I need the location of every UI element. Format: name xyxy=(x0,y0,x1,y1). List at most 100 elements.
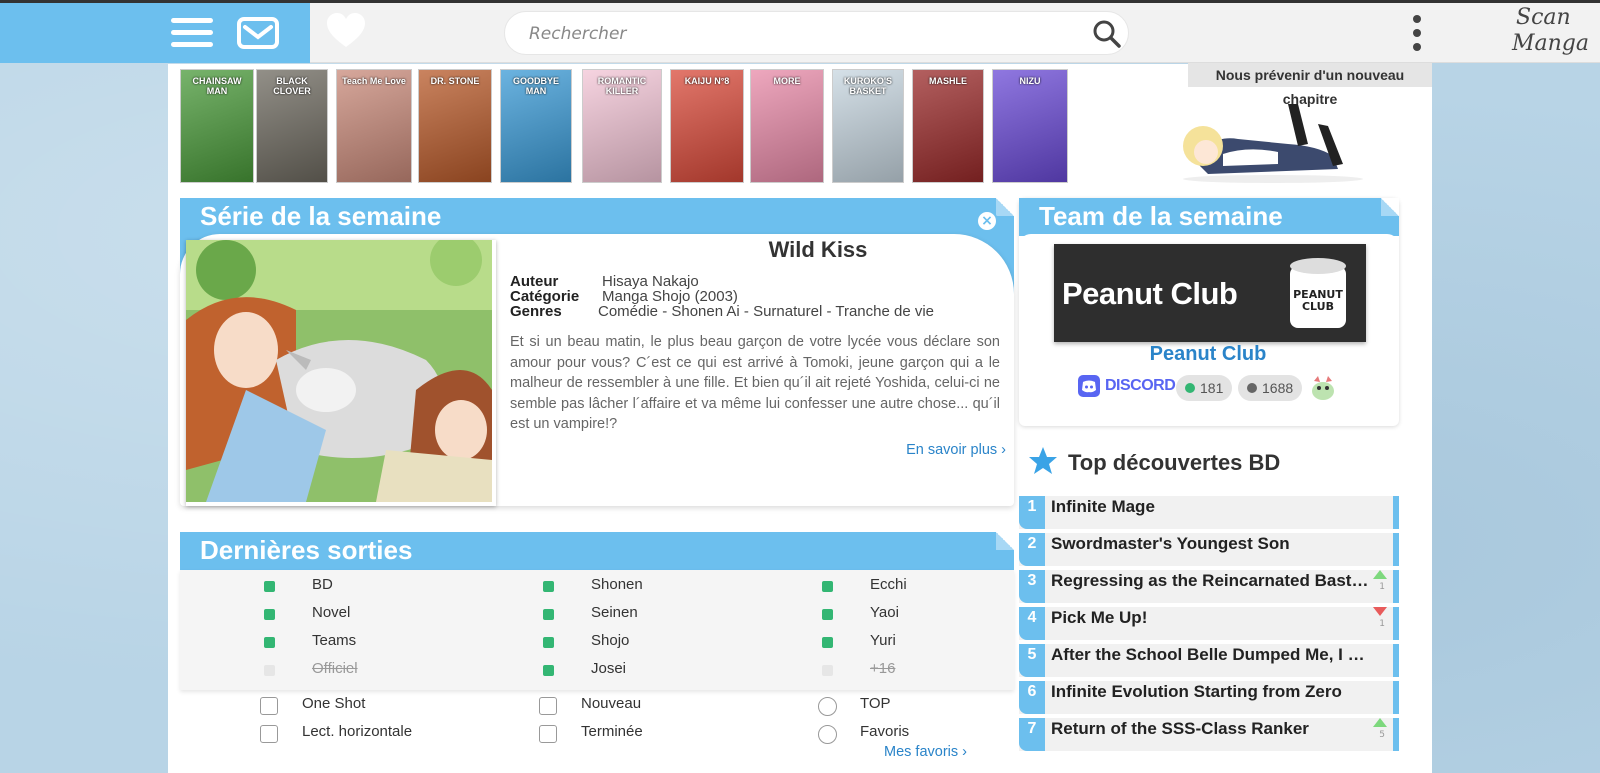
filter-toggle[interactable] xyxy=(543,665,554,676)
checkbox-box[interactable] xyxy=(539,697,557,715)
top-list-item[interactable]: 4 Pick Me Up! 1 xyxy=(1019,607,1399,640)
terminee-label: Terminée xyxy=(581,723,643,740)
team-name-link[interactable]: Peanut Club xyxy=(1108,343,1308,366)
trend-delta: 1 xyxy=(1379,619,1385,629)
serie-title[interactable]: Wild Kiss xyxy=(698,237,938,263)
heart-icon[interactable] xyxy=(326,13,366,49)
discord-icon xyxy=(1078,375,1100,397)
filter-toggle[interactable] xyxy=(543,637,554,648)
top-item-title[interactable]: Pick Me Up! xyxy=(1051,607,1376,629)
peanut-jar-icon: PEANUT CLUB xyxy=(1290,258,1346,328)
serie-cover-image[interactable] xyxy=(186,240,496,506)
top-item-title[interactable]: Return of the SSS-Class Ranker xyxy=(1051,718,1376,740)
top-list-item[interactable]: 5 After the School Belle Dumped Me, I Bec… xyxy=(1019,644,1399,677)
manga-cover[interactable]: BLACK CLOVER xyxy=(256,69,328,183)
more-options-icon[interactable] xyxy=(1409,13,1425,53)
filter-label: +16 xyxy=(870,660,896,677)
top-item-title[interactable]: Regressing as the Reincarnated Bastard o… xyxy=(1051,570,1376,592)
manga-cover-title: KAIJU N°8 xyxy=(684,76,730,86)
top-label: TOP xyxy=(860,695,891,712)
radio-circle[interactable] xyxy=(818,697,837,716)
top-list-item[interactable]: 7 Return of the SSS-Class Ranker 5 xyxy=(1019,718,1399,751)
manga-cover[interactable]: NIZU xyxy=(992,69,1068,183)
genres-value: Comédie - Shonen Ai - Surnaturel - Tranc… xyxy=(598,303,935,320)
checkbox-box[interactable] xyxy=(260,697,278,715)
members-count-badge: 1688 xyxy=(1238,375,1302,401)
manga-cover[interactable]: KAIJU N°8 xyxy=(670,69,744,183)
top-discoveries-title: Top découvertes BD xyxy=(1068,450,1281,475)
search-input[interactable] xyxy=(529,20,1069,48)
top-item-title[interactable]: After the School Belle Dumped Me, I Beca… xyxy=(1051,644,1376,666)
manga-cover[interactable]: CHAINSAW MAN xyxy=(180,69,254,183)
filter-toggle[interactable] xyxy=(264,609,275,620)
trend-delta: 1 xyxy=(1379,582,1385,592)
filter-toggle[interactable] xyxy=(822,637,833,648)
rank-badge: 7 xyxy=(1019,718,1045,751)
top-item-title[interactable]: Infinite Mage xyxy=(1051,496,1376,518)
favoris-label: Favoris xyxy=(860,723,910,740)
rank-badge: 4 xyxy=(1019,607,1045,640)
manga-cover[interactable]: ROMANTIC KILLER xyxy=(582,69,662,183)
categorie-label: Catégorie xyxy=(510,288,580,305)
filter-label: BD xyxy=(312,576,333,593)
corner-fold xyxy=(1381,198,1399,216)
radio-circle[interactable] xyxy=(818,725,837,744)
filter-toggle[interactable] xyxy=(264,665,275,676)
lect-horizontale-label: Lect. horizontale xyxy=(302,723,413,740)
svg-text:CLUB: CLUB xyxy=(1302,300,1334,313)
serie-heading: Série de la semaine xyxy=(200,201,442,231)
filter-toggle[interactable] xyxy=(543,581,554,592)
discord-label: DISCORD xyxy=(1105,377,1176,394)
top-item-title[interactable]: Swordmaster's Youngest Son xyxy=(1051,533,1376,555)
filter-toggle[interactable] xyxy=(264,637,275,648)
logo-line-2: Manga xyxy=(1512,31,1590,56)
search-icon[interactable] xyxy=(1092,19,1122,49)
filter-label: Josei xyxy=(591,660,627,677)
en-savoir-plus-link[interactable]: En savoir plus › xyxy=(896,442,1006,458)
manga-cover[interactable]: KUROKO'S BASKET xyxy=(832,69,904,183)
top-bar: Scan Manga xyxy=(0,3,1600,63)
nav-blue-block xyxy=(0,3,310,63)
close-icon[interactable]: × xyxy=(976,210,998,232)
top-list-item[interactable]: 2 Swordmaster's Youngest Son xyxy=(1019,533,1399,566)
menu-icon[interactable] xyxy=(171,16,213,50)
trend-up-icon xyxy=(1373,718,1387,727)
filter-label: Shonen xyxy=(591,576,643,593)
checkbox-box[interactable] xyxy=(260,725,278,743)
top-list-item[interactable]: 3 Regressing as the Reincarnated Bastard … xyxy=(1019,570,1399,603)
rank-badge: 6 xyxy=(1019,681,1045,714)
filter-toggle[interactable] xyxy=(822,665,833,676)
manga-cover-title: GOODBYE MAN xyxy=(512,76,559,96)
top-item-title[interactable]: Infinite Evolution Starting from Zero xyxy=(1051,681,1376,703)
manga-cover[interactable]: MORE xyxy=(750,69,824,183)
manga-cover[interactable]: Teach Me Love xyxy=(336,69,412,183)
top-list-item[interactable]: 6 Infinite Evolution Starting from Zero xyxy=(1019,681,1399,714)
checkbox-box[interactable] xyxy=(539,725,557,743)
filter-toggle[interactable] xyxy=(822,609,833,620)
trend-down-icon xyxy=(1373,607,1387,616)
serie-panel-header: Série de la semaine xyxy=(180,198,1014,236)
filter-toggle[interactable] xyxy=(543,609,554,620)
search-box xyxy=(504,11,1129,55)
logo-line-1: Scan xyxy=(1516,5,1571,30)
team-banner-image[interactable]: Peanut Club PEANUT CLUB xyxy=(1054,244,1366,342)
mail-icon[interactable] xyxy=(237,15,279,51)
mes-favoris-link[interactable]: Mes favoris › xyxy=(884,744,967,760)
manga-cover-title: MORE xyxy=(773,76,801,86)
serie-synopsis: Et si un beau matin, le plus beau garçon… xyxy=(510,334,1000,432)
manga-cover-title: DR. STONE xyxy=(430,76,480,86)
site-logo[interactable]: Scan Manga xyxy=(1512,5,1600,63)
main-content: CHAINSAW MAN BLACK CLOVER Teach Me Love DR.… xyxy=(168,63,1432,773)
manga-cover[interactable]: DR. STONE xyxy=(418,69,492,183)
filter-toggle[interactable] xyxy=(264,581,275,592)
online-dot xyxy=(1185,383,1195,393)
manga-cover-title: BLACK CLOVER xyxy=(273,76,311,96)
manga-cover-title: Teach Me Love xyxy=(342,76,406,86)
manga-cover[interactable]: GOODBYE MAN xyxy=(500,69,572,183)
manga-cover[interactable]: MASHLE xyxy=(912,69,984,183)
auteur-value[interactable]: Hisaya Nakajo xyxy=(602,274,699,289)
team-heading: Team de la semaine xyxy=(1039,201,1283,231)
filter-toggle[interactable] xyxy=(822,581,833,592)
top-list-item[interactable]: 1 Infinite Mage xyxy=(1019,496,1399,529)
rank-badge: 5 xyxy=(1019,644,1045,677)
